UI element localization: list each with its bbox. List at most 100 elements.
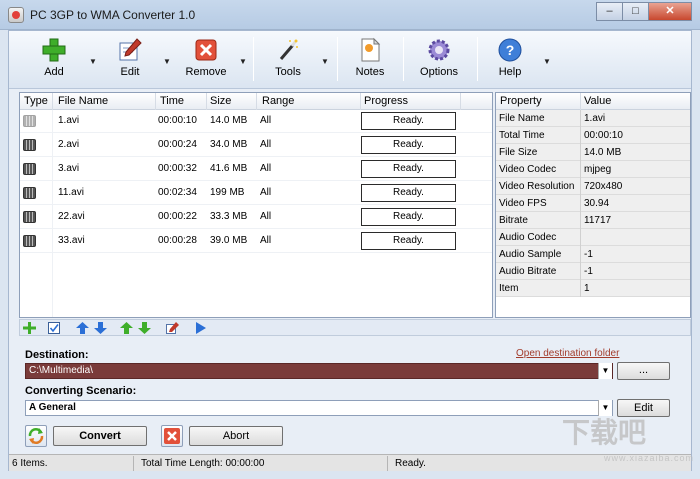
edit-icon [119, 38, 142, 61]
add-dropdown-arrow[interactable]: ▼ [89, 57, 97, 66]
properties-panel: Property Value File Name 1.avi Total Time… [495, 92, 691, 318]
property-row: Total Time 00:00:10 [496, 127, 690, 144]
edit-dropdown-arrow[interactable]: ▼ [163, 57, 171, 66]
table-row[interactable]: 3.avi 00:00:32 41.6 MB All Ready. [20, 158, 492, 181]
remove-button[interactable]: Remove [185, 37, 227, 78]
help-icon: ? [498, 38, 522, 62]
help-dropdown-arrow[interactable]: ▼ [543, 57, 551, 66]
move-top-icon[interactable] [120, 322, 133, 334]
table-row[interactable]: 1.avi 00:00:10 14.0 MB All Ready. [20, 110, 492, 133]
help-button[interactable]: ? Help [495, 37, 525, 78]
video-file-icon [23, 235, 36, 247]
browse-button[interactable]: ... [617, 362, 670, 380]
convert-button[interactable]: Convert [53, 426, 147, 446]
property-row: Item 1 [496, 280, 690, 297]
refresh-icon [28, 428, 44, 444]
toolbar-separator [477, 37, 478, 81]
abort-icon-button[interactable] [161, 425, 183, 447]
col-time[interactable]: Time [160, 95, 184, 107]
gear-icon [428, 39, 450, 61]
status-item-count: 6 Items. [12, 458, 48, 469]
col-range[interactable]: Range [262, 95, 294, 107]
file-list-header: Type File Name Time Size Range Progress [20, 93, 492, 110]
move-up-icon[interactable] [76, 322, 89, 334]
property-row: File Name 1.avi [496, 110, 690, 127]
property-row: Video Resolution 720x480 [496, 178, 690, 195]
progress-cell: Ready. [361, 136, 456, 154]
wand-icon [279, 39, 298, 60]
property-row: Video FPS 30.94 [496, 195, 690, 212]
cancel-icon [164, 428, 180, 444]
col-value[interactable]: Value [584, 95, 611, 107]
tools-dropdown-arrow[interactable]: ▼ [321, 57, 329, 66]
col-size[interactable]: Size [210, 95, 231, 107]
video-file-icon [23, 211, 36, 223]
video-file-icon [23, 187, 36, 199]
toolbar: Add ▼ Edit ▼ Remove ▼ Tools ▼ Notes Opti… [9, 31, 691, 89]
add-button[interactable]: Add [37, 37, 71, 78]
toolbar-separator [253, 37, 254, 81]
progress-cell: Ready. [361, 232, 456, 250]
open-destination-folder-link[interactable]: Open destination folder [516, 348, 619, 359]
minimize-button[interactable]: – [596, 2, 623, 21]
destination-field[interactable]: C:\Multimedia\ ▼ [25, 363, 613, 379]
file-list[interactable]: Type File Name Time Size Range Progress … [19, 92, 493, 318]
options-button[interactable]: Options [419, 37, 459, 78]
move-bottom-icon[interactable] [138, 322, 151, 334]
properties-header: Property Value [496, 93, 690, 110]
video-file-icon [23, 139, 36, 151]
plus-icon [42, 38, 66, 62]
video-file-icon [23, 115, 36, 127]
scenario-select[interactable]: A General ▼ [25, 400, 613, 416]
progress-cell: Ready. [361, 184, 456, 202]
notes-icon [361, 37, 381, 62]
col-property[interactable]: Property [500, 95, 542, 107]
video-file-icon [23, 163, 36, 175]
status-state: Ready. [395, 458, 426, 469]
window-controls: – □ ✕ [596, 2, 692, 21]
svg-text:?: ? [506, 42, 515, 58]
remove-icon [195, 39, 217, 61]
destination-dropdown-arrow[interactable]: ▼ [598, 363, 612, 379]
remove-dropdown-arrow[interactable]: ▼ [239, 57, 247, 66]
col-file-name[interactable]: File Name [58, 95, 108, 107]
edit-button[interactable]: Edit [115, 37, 145, 78]
window-title: PC 3GP to WMA Converter 1.0 [30, 8, 196, 22]
property-row: Audio Sample -1 [496, 246, 690, 263]
watermark-logo: 下载吧 www.xiazaiba.com [562, 417, 695, 463]
main-window: Add ▼ Edit ▼ Remove ▼ Tools ▼ Notes Opti… [8, 30, 692, 471]
property-row: Audio Bitrate -1 [496, 263, 690, 280]
progress-cell: Ready. [361, 160, 456, 178]
toolbar-separator [403, 37, 404, 81]
destination-label: Destination: [25, 349, 89, 361]
move-down-icon[interactable] [94, 322, 107, 334]
scenario-label: Converting Scenario: [25, 385, 137, 397]
convert-icon-button[interactable] [25, 425, 47, 447]
table-row[interactable]: 11.avi 00:02:34 199 MB All Ready. [20, 182, 492, 205]
progress-cell: Ready. [361, 112, 456, 130]
table-row[interactable]: 33.avi 00:00:28 39.0 MB All Ready. [20, 230, 492, 253]
table-row[interactable]: 22.avi 00:00:22 33.3 MB All Ready. [20, 206, 492, 229]
col-progress[interactable]: Progress [364, 95, 408, 107]
notes-button[interactable]: Notes [353, 37, 387, 78]
property-row: File Size 14.0 MB [496, 144, 690, 161]
play-icon[interactable] [194, 322, 207, 334]
tools-button[interactable]: Tools [273, 37, 303, 78]
close-button[interactable]: ✕ [648, 2, 692, 21]
edit-small-icon[interactable] [166, 322, 179, 334]
progress-cell: Ready. [361, 208, 456, 226]
property-row: Video Codec mjpeg [496, 161, 690, 178]
table-row[interactable]: 2.avi 00:00:24 34.0 MB All Ready. [20, 134, 492, 157]
add-small-icon[interactable] [23, 322, 36, 334]
abort-button[interactable]: Abort [189, 426, 283, 446]
property-row: Bitrate 11717 [496, 212, 690, 229]
status-total-time: Total Time Length: 00:00:00 [141, 458, 265, 469]
app-icon [8, 7, 24, 23]
toolbar-separator [337, 37, 338, 81]
list-toolbar [19, 319, 691, 336]
maximize-button[interactable]: □ [622, 2, 649, 21]
col-type[interactable]: Type [24, 95, 48, 107]
title-bar: PC 3GP to WMA Converter 1.0 – □ ✕ [0, 0, 700, 30]
check-all-icon[interactable] [48, 322, 61, 334]
property-row: Audio Codec [496, 229, 690, 246]
